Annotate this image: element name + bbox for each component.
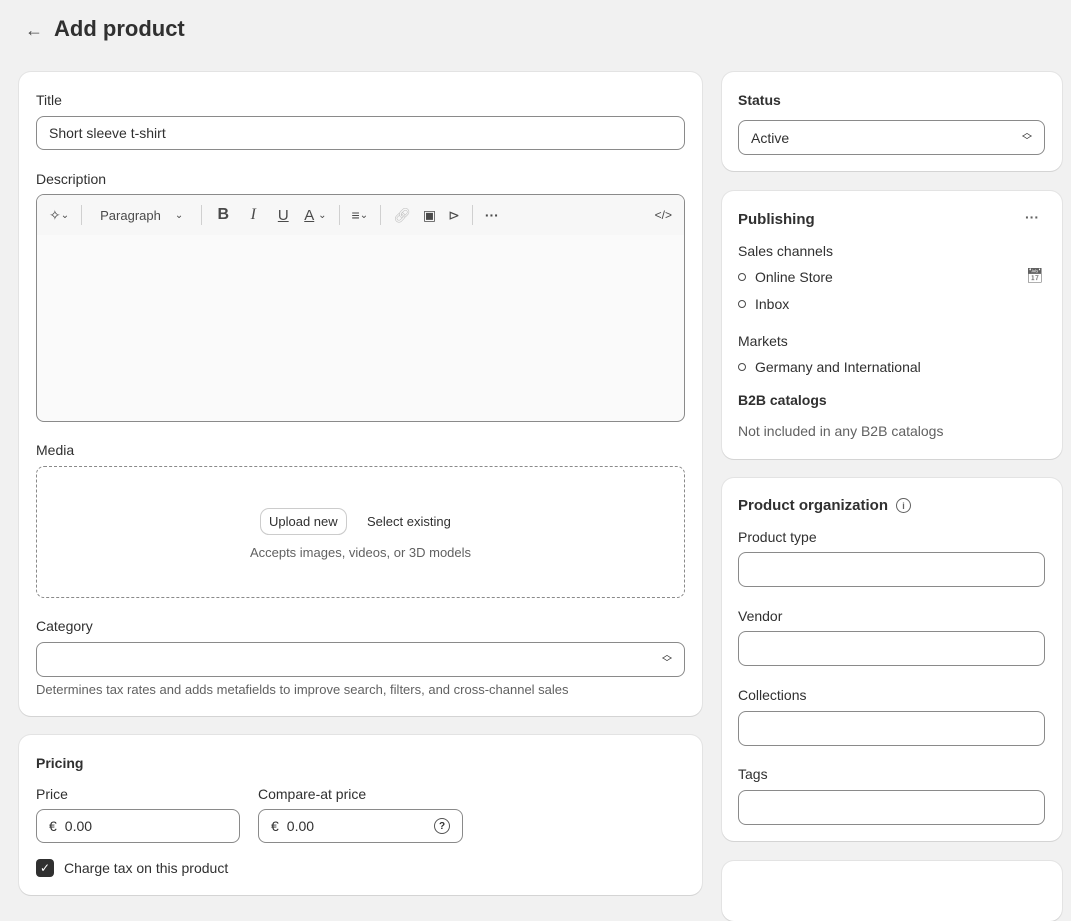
media-dropzone[interactable]: Upload new Select existing Accepts image… [36,466,685,598]
markets-label: Markets [738,333,788,349]
divider [380,205,382,225]
checkbox-checked-icon: ✓ [36,859,54,877]
pricing-card: Pricing Price €0.00 Compare-at price €0.… [19,735,702,895]
description-label: Description [36,171,107,187]
format-value: Paragraph [100,207,161,223]
market-name: Germany and International [755,359,921,375]
status-card: Status Active ︿ ﹀ [722,72,1062,171]
title-label: Title [36,92,62,108]
category-hint: Determines tax rates and adds metafields… [36,682,569,697]
align-icon[interactable]: ≡ ⌄ [352,207,369,223]
title-value: Short sleeve t-shirt [49,125,166,141]
tags-label: Tags [738,766,768,782]
vendor-label: Vendor [738,608,783,624]
compare-value: 0.00 [286,818,315,834]
b2b-catalogs-label: B2B catalogs [738,392,827,408]
organization-heading: Product organization [738,497,888,514]
currency-symbol: € [271,818,279,834]
collections-label: Collections [738,687,807,703]
upload-new-button[interactable]: Upload new [261,509,346,534]
divider [81,205,83,225]
channel-item: Online Store [738,269,833,285]
page-title: Add product [54,16,185,41]
select-chevron-icon: ︿ ﹀ [1022,127,1032,147]
help-icon[interactable]: ? [434,818,450,834]
price-input[interactable]: €0.00 [36,809,240,843]
status-dot-icon [738,363,746,371]
price-label: Price [36,786,68,802]
market-item: Germany and International [738,359,921,375]
text-color-letter: A [304,206,315,224]
status-dot-icon [738,300,746,308]
product-organization-card: Product organization i Product type Vendo… [722,478,1062,841]
currency-symbol: € [49,818,57,834]
bold-icon[interactable]: B [214,206,232,224]
title-input[interactable]: Short sleeve t-shirt [36,116,685,150]
media-label: Media [36,442,75,458]
status-heading: Status [738,92,781,108]
more-icon[interactable]: ··· [485,207,499,223]
next-sidebar-card [722,861,1062,921]
channel-name: Inbox [755,296,790,312]
divider [338,205,340,225]
charge-tax-label: Charge tax on this product [64,860,229,876]
underline-icon[interactable]: U [274,207,292,224]
product-type-label: Product type [738,529,817,545]
image-icon[interactable]: ▣ [423,207,436,224]
code-icon[interactable]: </> [655,208,672,222]
channel-name: Online Store [755,269,833,285]
sales-channels-label: Sales channels [738,243,833,259]
divider [471,205,473,225]
channel-item: Inbox [738,296,789,312]
organization-header: Product organization i [738,497,911,514]
select-chevron-icon: ︿ ﹀ [662,649,672,669]
more-actions-icon[interactable]: ··· [1025,209,1039,225]
description-editor[interactable]: ✧ ⌄ Paragraph ⌄ B I U A ⌄ ≡ ⌄ 🔗︎ ▣ ⊳ ··· … [36,194,685,422]
category-select[interactable]: ︿ ﹀ [36,642,685,677]
divider [201,205,203,225]
vendor-input[interactable] [738,631,1045,666]
price-value: 0.00 [64,818,93,834]
category-label: Category [36,618,93,634]
product-type-input[interactable] [738,552,1045,587]
back-arrow-icon[interactable]: ← [24,20,44,40]
link-icon[interactable]: 🔗︎ [393,207,411,224]
collections-input[interactable] [738,711,1045,746]
text-color-icon[interactable]: A ⌄ [304,207,326,224]
tags-input[interactable] [738,790,1045,825]
media-hint: Accepts images, videos, or 3D models [249,545,472,560]
video-icon[interactable]: ⊳ [448,207,460,224]
compare-at-price-label: Compare-at price [258,786,367,802]
status-value: Active [751,129,790,146]
publishing-card: Publishing ··· Sales channels Online Sto… [722,191,1062,459]
publishing-heading: Publishing [738,211,815,228]
info-icon[interactable]: i [896,498,911,513]
italic-icon[interactable]: I [244,206,262,224]
schedule-calendar-icon[interactable]: 📅︎ [1026,267,1044,284]
pricing-heading: Pricing [36,755,84,771]
charge-tax-checkbox[interactable]: ✓ Charge tax on this product [36,859,228,877]
product-details-card: Title Short sleeve t-shirt Description ✧… [19,72,702,716]
compare-at-price-input[interactable]: €0.00? [258,809,463,843]
status-dot-icon [738,273,746,281]
status-select[interactable]: Active ︿ ﹀ [738,120,1045,155]
editor-toolbar: ✧ ⌄ Paragraph ⌄ B I U A ⌄ ≡ ⌄ 🔗︎ ▣ ⊳ ··· … [37,195,684,235]
select-existing-button[interactable]: Select existing [367,514,451,529]
sparkle-icon[interactable]: ✧ ⌄ [49,207,69,224]
b2b-catalogs-text: Not included in any B2B catalogs [738,423,944,439]
format-select[interactable]: Paragraph ⌄ [94,208,189,223]
